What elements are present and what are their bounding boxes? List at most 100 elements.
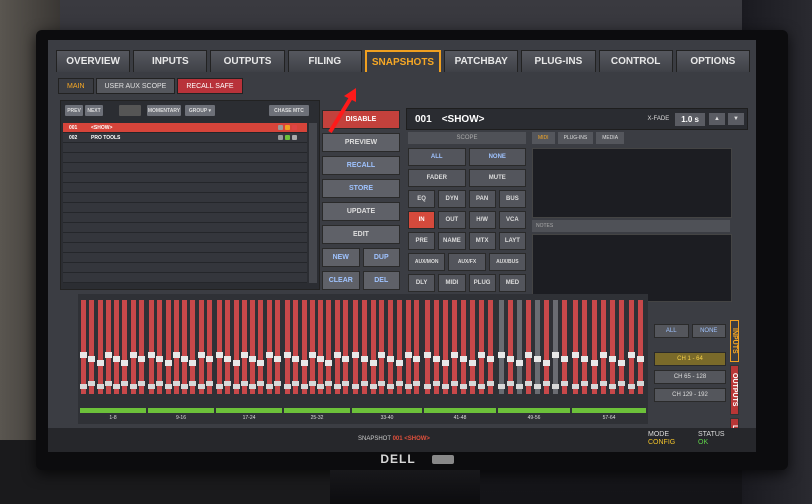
scope-none-button[interactable]: NONE [468, 148, 526, 166]
fader-cap[interactable] [249, 356, 256, 362]
fader-cap[interactable] [460, 356, 467, 362]
fader-cap[interactable] [378, 352, 386, 358]
fader-cap[interactable] [627, 352, 635, 358]
fader-cap[interactable] [360, 381, 368, 386]
tab-overview[interactable]: OVERVIEW [56, 50, 131, 72]
scope-aux-fx[interactable]: AUX/FX [448, 253, 486, 271]
recall-button[interactable]: RECALL [322, 156, 400, 175]
fader-cap[interactable] [240, 352, 248, 358]
fader-strip[interactable] [627, 300, 635, 394]
fader-cap[interactable] [516, 384, 523, 389]
fader-strip[interactable] [404, 300, 412, 394]
fader-cap[interactable] [498, 352, 505, 358]
fader-strip[interactable] [460, 300, 467, 394]
fader-strip[interactable] [249, 300, 256, 394]
range-ch-129-192[interactable]: CH 129 - 192 [654, 388, 726, 402]
fader-strip[interactable] [88, 300, 96, 394]
fader-cap[interactable] [395, 360, 403, 366]
fader-cap[interactable] [88, 356, 96, 362]
fader-cap[interactable] [478, 352, 485, 358]
fader-cap[interactable] [341, 356, 349, 362]
fader-cap[interactable] [80, 352, 87, 358]
fader-cap[interactable] [478, 384, 485, 389]
fader-cap[interactable] [516, 360, 523, 366]
tab-plug-ins[interactable]: PLUG-INS [521, 50, 596, 72]
fader-cap[interactable] [442, 360, 449, 366]
fader-cap[interactable] [404, 352, 412, 358]
fader-cap[interactable] [137, 356, 145, 362]
fader-strip[interactable] [525, 300, 532, 394]
edit-button[interactable]: EDIT [322, 225, 400, 244]
scope-out[interactable]: OUT [438, 211, 466, 229]
fader-cap[interactable] [442, 384, 449, 389]
fader-cap[interactable] [308, 352, 316, 358]
fader-cap[interactable] [104, 381, 112, 386]
del-button[interactable]: DEL [362, 271, 400, 290]
next-button[interactable]: NEXT [85, 105, 103, 116]
scope-bus[interactable]: BUS [498, 190, 526, 208]
fader-cap[interactable] [216, 352, 223, 358]
fader-cap[interactable] [543, 360, 550, 366]
fader-cap[interactable] [273, 356, 281, 362]
fader-strip[interactable] [442, 300, 449, 394]
fader-strip[interactable] [129, 300, 137, 394]
fader-strip[interactable] [469, 300, 476, 394]
fader-cap[interactable] [413, 381, 421, 386]
scope-mute-button[interactable]: MUTE [468, 169, 526, 187]
fader-cap[interactable] [433, 356, 440, 362]
fader-cap[interactable] [618, 381, 626, 386]
fader-group[interactable]: 49-56 [498, 296, 570, 422]
fader-cap[interactable] [561, 381, 568, 386]
fader-cap[interactable] [599, 352, 607, 358]
fader-cap[interactable] [424, 384, 431, 389]
fader-strip[interactable] [172, 300, 180, 394]
fader-cap[interactable] [148, 352, 155, 358]
subtab-main[interactable]: MAIN [58, 78, 94, 94]
fader-group[interactable]: 17-24 [216, 296, 282, 422]
fader-cap[interactable] [172, 352, 180, 358]
fader-strip[interactable] [451, 300, 458, 394]
fader-cap[interactable] [88, 381, 96, 386]
fader-cap[interactable] [360, 356, 368, 362]
fader-cap[interactable] [104, 352, 112, 358]
xfade-value[interactable]: 1.0 s [675, 112, 705, 126]
fader-cap[interactable] [507, 381, 514, 386]
scope-all-button[interactable]: ALL [408, 148, 466, 166]
fader-cap[interactable] [129, 384, 137, 389]
fader-strip[interactable] [273, 300, 281, 394]
prev-button[interactable]: PREV [65, 105, 83, 116]
fader-cap[interactable] [525, 352, 532, 358]
fader-cap[interactable] [189, 360, 197, 366]
fader-cap[interactable] [525, 381, 532, 386]
fader-cap[interactable] [543, 381, 550, 386]
subtab-user-aux-scope[interactable]: USER AUX SCOPE [95, 78, 176, 94]
range-ch-65-128[interactable]: CH 65 - 128 [654, 370, 726, 384]
fader-strip[interactable] [360, 300, 368, 394]
range-ch-1-64[interactable]: CH 1 - 64 [654, 352, 726, 366]
fader-cap[interactable] [352, 352, 359, 358]
fader-strip[interactable] [317, 300, 324, 394]
fader-cap[interactable] [433, 381, 440, 386]
fader-strip[interactable] [121, 300, 129, 394]
fader-strip[interactable] [308, 300, 316, 394]
fader-cap[interactable] [205, 381, 213, 386]
momentary-button[interactable]: MOMENTARY [147, 105, 181, 116]
fader-cap[interactable] [609, 356, 616, 362]
fader-cap[interactable] [189, 381, 197, 386]
tab-midi[interactable]: MIDI [532, 132, 555, 144]
fader-cap[interactable] [498, 384, 505, 389]
fader-cap[interactable] [156, 356, 164, 362]
fader-strip[interactable] [284, 300, 291, 394]
fader-cap[interactable] [197, 384, 205, 389]
fader-strip[interactable] [618, 300, 626, 394]
fader-cap[interactable] [572, 384, 579, 389]
fader-strip[interactable] [232, 300, 240, 394]
fader-strip[interactable] [378, 300, 386, 394]
fader-cap[interactable] [257, 381, 265, 386]
fader-strip[interactable] [561, 300, 568, 394]
fader-cap[interactable] [352, 384, 359, 389]
fader-strip[interactable] [240, 300, 248, 394]
fader-cap[interactable] [249, 384, 256, 389]
fader-cap[interactable] [164, 360, 172, 366]
scope-dyn[interactable]: DYN [438, 190, 466, 208]
